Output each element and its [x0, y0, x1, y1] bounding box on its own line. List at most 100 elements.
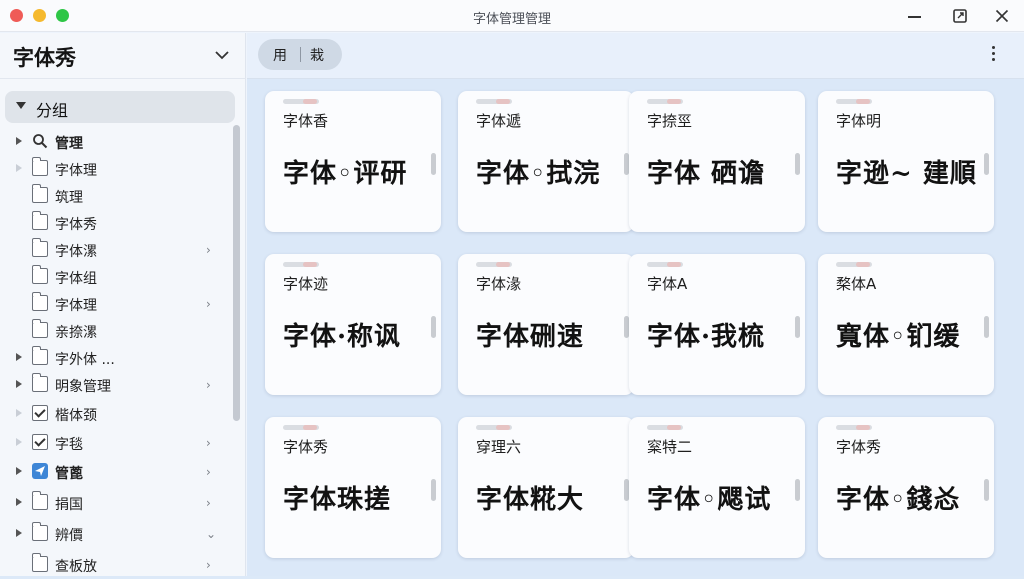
font-card[interactable]: 字体秀 字体珠搓: [265, 417, 441, 558]
card-tag-bar: [283, 262, 319, 267]
chevron-right-icon[interactable]: ›: [206, 378, 211, 392]
expand-arrow-icon[interactable]: [16, 498, 22, 506]
segment-right[interactable]: 栽: [310, 45, 324, 65]
checkbox-icon[interactable]: [32, 405, 48, 421]
maximize-button[interactable]: [950, 6, 970, 26]
expand-arrow-icon[interactable]: [16, 438, 22, 446]
card-scrollbar[interactable]: [795, 153, 800, 175]
chevron-right-icon[interactable]: ›: [206, 465, 211, 479]
folder-icon: [31, 553, 48, 572]
sidebar-item[interactable]: 明象管理 ›: [0, 373, 235, 399]
font-card[interactable]: 字体香 字体◦评研: [265, 91, 441, 232]
font-card-name: 楘体A: [836, 275, 877, 293]
sidebar-item-label: 字体理: [55, 298, 97, 314]
sidebar-item[interactable]: 字毯 ›: [0, 431, 235, 457]
font-sample-text: 字体糀大: [476, 485, 585, 515]
window-title: 字体管理管理: [472, 12, 551, 27]
card-scrollbar[interactable]: [984, 153, 989, 175]
font-card[interactable]: 字体迹 字体·称讽: [265, 254, 441, 395]
card-scrollbar[interactable]: [795, 316, 800, 338]
font-card-name: 字体湪: [476, 275, 522, 293]
segmented-control[interactable]: 用 栽: [258, 39, 342, 70]
font-card[interactable]: 字体遞 字体◦拭浣: [458, 91, 634, 232]
more-options-icon[interactable]: [987, 44, 1001, 64]
font-sample-text: 字体·我梳: [647, 322, 766, 352]
sidebar-item[interactable]: 字体理: [0, 157, 235, 183]
sidebar: 字体秀 分组 管理 字体理 筑理 字体秀 字体漯 › 字体组 字体理 › 亲捺漯 字外体 ... 明象…: [0, 33, 246, 576]
chevron-right-icon[interactable]: ›: [206, 297, 211, 311]
sidebar-item[interactable]: 字体秀: [0, 211, 235, 237]
sidebar-item-label: 明象管理: [55, 379, 111, 395]
card-tag-bar: [647, 425, 683, 430]
sidebar-item[interactable]: 字外体 ...: [0, 346, 235, 372]
font-card[interactable]: 穿理六 字体糀大: [458, 417, 634, 558]
card-scrollbar[interactable]: [431, 479, 436, 501]
sidebar-item[interactable]: 楷体颈: [0, 402, 235, 428]
sidebar-title: 字体秀: [13, 46, 76, 70]
sidebar-item[interactable]: 辨價 ⌄: [0, 522, 235, 548]
expand-arrow-icon[interactable]: [16, 529, 22, 537]
card-scrollbar[interactable]: [431, 316, 436, 338]
sidebar-item[interactable]: 字体理 ›: [0, 292, 235, 318]
sidebar-item-label: 管理: [55, 136, 83, 152]
segment-left[interactable]: 用: [273, 45, 287, 65]
card-tag-bar: [836, 99, 872, 104]
font-sample-text: 字体◦飔试: [647, 485, 772, 515]
chevron-right-icon[interactable]: ›: [206, 496, 211, 510]
font-card-name: 梥特二: [647, 438, 693, 456]
font-sample-text: 字体◦评研: [283, 159, 408, 189]
sidebar-item[interactable]: 捐国 ›: [0, 491, 235, 517]
font-card[interactable]: 字体湪 字体硎速: [458, 254, 634, 395]
card-tag-bar: [836, 425, 872, 430]
chevron-right-icon[interactable]: ›: [206, 243, 211, 257]
sidebar-item[interactable]: 管蓖 ›: [0, 460, 235, 486]
triangle-down-icon: [16, 102, 26, 109]
sidebar-item[interactable]: 筑理: [0, 184, 235, 210]
checkbox-icon[interactable]: [32, 434, 48, 450]
maximize-icon: [953, 9, 967, 23]
card-scrollbar[interactable]: [795, 479, 800, 501]
expand-arrow-icon[interactable]: [16, 380, 22, 388]
expand-arrow-icon[interactable]: [16, 353, 22, 361]
font-card-name: 穿理六: [476, 438, 522, 456]
font-card-name: 字捺巠: [647, 112, 693, 130]
sidebar-item[interactable]: 亲捺漯: [0, 319, 235, 345]
sidebar-item[interactable]: 字体组: [0, 265, 235, 291]
card-scrollbar[interactable]: [984, 316, 989, 338]
segment-divider: [300, 47, 301, 62]
sidebar-item[interactable]: 字体漯 ›: [0, 238, 235, 264]
card-tag-bar: [476, 99, 512, 104]
expand-arrow-icon[interactable]: [16, 409, 22, 417]
group-header[interactable]: 分组: [5, 91, 235, 123]
chevron-down-icon[interactable]: ⌄: [206, 527, 216, 541]
font-card-name: 字体明: [836, 112, 882, 130]
expand-arrow-icon[interactable]: [16, 164, 22, 172]
chevron-right-icon[interactable]: ›: [206, 558, 211, 572]
sidebar-item[interactable]: 管理: [0, 130, 235, 156]
card-scrollbar[interactable]: [984, 479, 989, 501]
font-card[interactable]: 字体秀 字体◦錢㣻: [818, 417, 994, 558]
font-card[interactable]: 字捺巠 字体 硒谵: [629, 91, 805, 232]
minimize-button[interactable]: [905, 6, 925, 26]
sidebar-header: 字体秀: [0, 33, 246, 79]
font-card[interactable]: 楘体A 寬体◦钔缓: [818, 254, 994, 395]
sidebar-item[interactable]: 查板放 ›: [0, 553, 235, 579]
sidebar-item-label: 字体漯: [55, 244, 97, 260]
font-card[interactable]: 字体明 字逊~ 建順: [818, 91, 994, 232]
search-icon: [33, 134, 48, 149]
close-button[interactable]: [992, 6, 1012, 26]
font-card[interactable]: 字体A 字体·我梳: [629, 254, 805, 395]
font-sample-text: 字体 硒谵: [647, 159, 766, 189]
font-card[interactable]: 梥特二字体◦飔试: [629, 417, 805, 558]
main-content: 用 栽 字体香 字体◦评研 字体遞 字体◦拭浣 字捺巠 字体 硒谵 字体明 字逊~ 建順 字体迹…: [247, 33, 1024, 576]
sidebar-scrollbar[interactable]: [233, 125, 240, 421]
font-card-name: 字体秀: [283, 438, 329, 456]
chevron-down-icon[interactable]: [214, 47, 230, 63]
expand-arrow-icon[interactable]: [16, 137, 22, 145]
folder-icon: [31, 346, 48, 365]
expand-arrow-icon[interactable]: [16, 467, 22, 475]
card-scrollbar[interactable]: [431, 153, 436, 175]
folder-icon: [31, 522, 48, 541]
card-tag-bar: [647, 262, 683, 267]
chevron-right-icon[interactable]: ›: [206, 436, 211, 450]
